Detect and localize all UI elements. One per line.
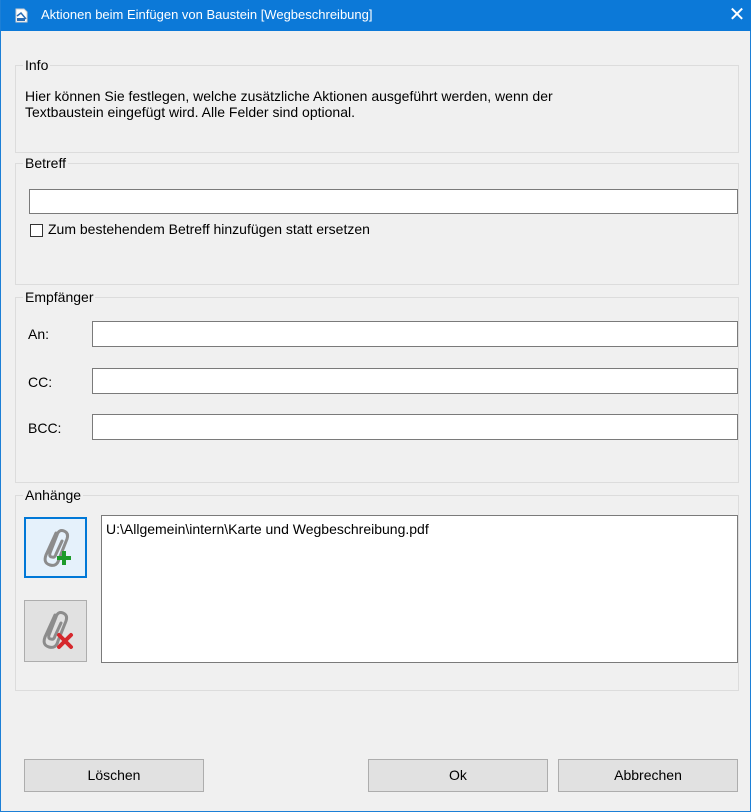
append-subject-checkbox[interactable] (30, 224, 43, 237)
bcc-label: BCC: (28, 420, 62, 436)
remove-attachment-button[interactable] (24, 600, 87, 662)
delete-button[interactable]: Löschen (24, 759, 204, 792)
cc-label: CC: (28, 374, 53, 390)
betreff-input[interactable] (29, 189, 738, 214)
anhaenge-legend: Anhänge (23, 487, 84, 503)
append-subject-label[interactable]: Zum bestehendem Betreff hinzufügen statt… (48, 221, 370, 237)
an-input[interactable] (92, 321, 738, 347)
close-icon: ✕ (728, 4, 746, 26)
ok-button[interactable]: Ok (368, 759, 548, 792)
empfaenger-legend: Empfänger (23, 289, 96, 305)
title-bar: Aktionen beim Einfügen von Baustein [Weg… (1, 0, 751, 31)
info-legend: Info (23, 57, 51, 73)
dialog-window: Aktionen beim Einfügen von Baustein [Weg… (0, 0, 751, 812)
info-text-line-1: Hier können Sie festlegen, welche zusätz… (25, 88, 553, 104)
window-title: Aktionen beim Einfügen von Baustein [Weg… (41, 7, 373, 22)
info-text-line-2: Textbaustein eingefügt wird. Alle Felder… (25, 104, 355, 120)
paperclip-add-icon (43, 529, 71, 567)
document-icon (15, 8, 28, 23)
paperclip-remove-icon (42, 611, 73, 649)
attachments-list[interactable]: U:\Allgemein\intern\Karte und Wegbeschre… (101, 515, 738, 663)
list-item[interactable]: U:\Allgemein\intern\Karte und Wegbeschre… (106, 521, 429, 537)
bcc-input[interactable] (92, 414, 738, 440)
betreff-legend: Betreff (23, 155, 68, 171)
an-label: An: (28, 326, 50, 342)
cancel-button[interactable]: Abbrechen (558, 759, 738, 792)
add-attachment-button[interactable] (24, 517, 87, 578)
info-text: Hier können Sie festlegen, welche zusätz… (25, 88, 725, 120)
close-button[interactable]: ✕ (722, 0, 751, 31)
cc-input[interactable] (92, 368, 738, 394)
